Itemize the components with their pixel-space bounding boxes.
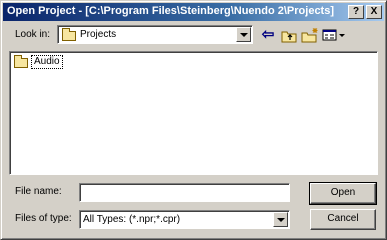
open-button[interactable]: Open <box>309 182 377 205</box>
list-item-label: Audio <box>31 55 63 69</box>
close-button[interactable]: X <box>366 5 382 19</box>
back-arrow-icon[interactable]: ⇦ <box>258 26 278 44</box>
file-type-label: Files of type: <box>15 213 72 224</box>
folder-icon <box>14 55 28 68</box>
chevron-down-icon[interactable] <box>273 212 288 227</box>
file-name-label: File name: <box>15 186 62 197</box>
file-name-input[interactable] <box>79 183 290 202</box>
file-type-value: All Types: (*.npr;*.cpr) <box>83 214 181 225</box>
look-in-dropdown[interactable]: Projects <box>57 25 253 44</box>
folder-icon <box>62 28 76 41</box>
help-button[interactable]: ? <box>348 5 364 19</box>
file-list[interactable]: Audio <box>9 51 378 175</box>
window-title: Open Project - [C:\Program Files\Steinbe… <box>7 5 335 17</box>
file-type-dropdown[interactable]: All Types: (*.npr;*.cpr) <box>79 210 290 229</box>
open-project-dialog: Open Project - [C:\Program Files\Steinbe… <box>0 0 387 240</box>
look-in-value: Projects <box>80 29 117 40</box>
look-in-label: Look in: <box>15 29 51 40</box>
up-folder-icon[interactable] <box>279 26 299 44</box>
cancel-button[interactable]: Cancel <box>310 209 376 230</box>
new-folder-icon[interactable] <box>300 26 320 44</box>
title-bar[interactable]: Open Project - [C:\Program Files\Steinbe… <box>3 3 384 21</box>
view-menu-icon[interactable] <box>321 26 347 44</box>
chevron-down-icon[interactable] <box>236 27 251 42</box>
